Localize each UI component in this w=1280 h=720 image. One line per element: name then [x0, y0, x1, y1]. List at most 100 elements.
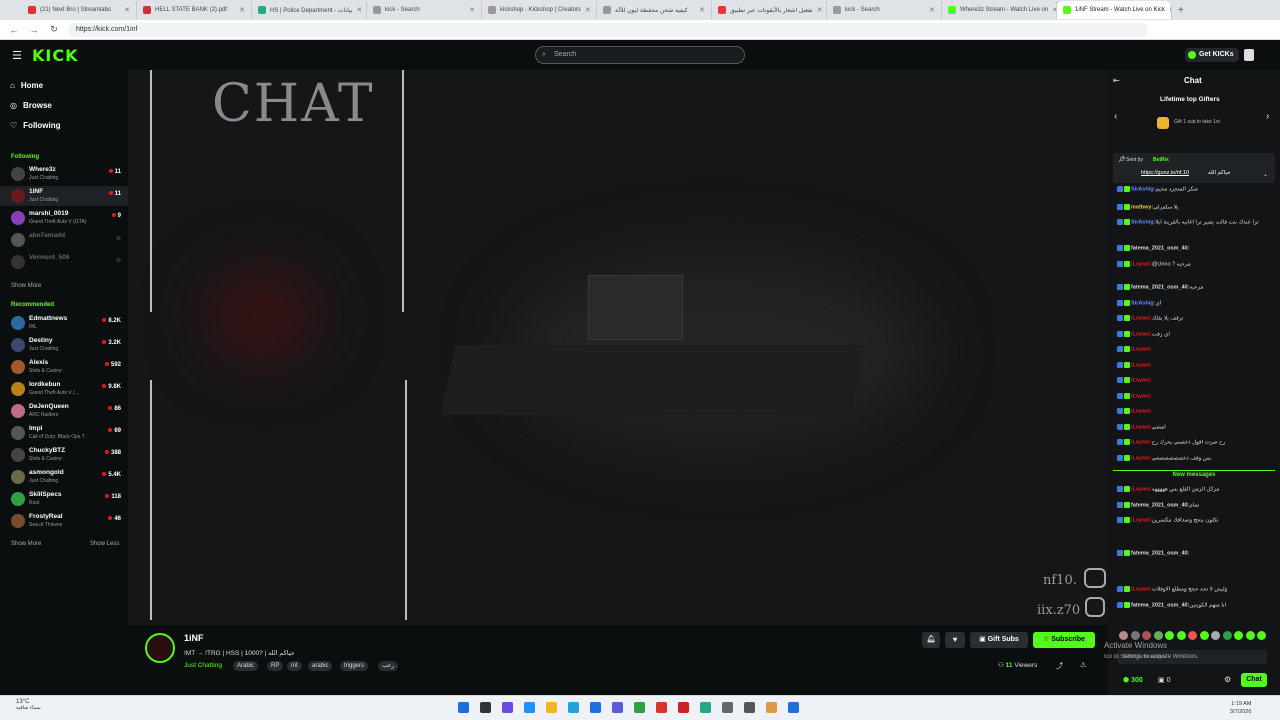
emote-icon[interactable]: [1176, 631, 1186, 640]
chat-username[interactable]: iLayani:: [1131, 315, 1152, 321]
back-icon[interactable]: ←: [8, 25, 20, 35]
video-player[interactable]: [128, 70, 1108, 625]
get-kicks-button[interactable]: Get KICKs: [1185, 48, 1239, 62]
browser-tab[interactable]: HS | Police Department - بيانات ✕: [252, 1, 367, 19]
close-tab-icon[interactable]: ✕: [239, 6, 245, 14]
taskbar-app-icon[interactable]: [722, 702, 733, 713]
browser-tab[interactable]: Where3z Stream - Watch Live on✕: [942, 1, 1057, 19]
taskbar-app-icon[interactable]: [744, 702, 755, 713]
chat-message[interactable]: SirAshig:اي: [1117, 300, 1267, 306]
sidebar-channel[interactable]: DeJenQueen ARC Raiders 86: [0, 401, 128, 421]
taskbar-app-icon[interactable]: [700, 702, 711, 713]
emote-icon[interactable]: [1119, 631, 1128, 640]
gift-subs-button[interactable]: ▣ Gift Subs: [970, 632, 1028, 648]
stream-tag[interactable]: mt: [287, 661, 302, 671]
follow-heart-button[interactable]: ♥: [945, 632, 965, 648]
chat-username[interactable]: fatema_2021_osm_40:: [1131, 245, 1189, 251]
streamer-name[interactable]: 1iNF: [184, 633, 204, 643]
chat-message[interactable]: iLayani:: [1117, 362, 1267, 368]
stream-tag[interactable]: رعب: [378, 661, 399, 671]
close-tab-icon[interactable]: ✕: [469, 6, 475, 14]
chat-username[interactable]: mathwy:: [1131, 204, 1153, 210]
chat-username[interactable]: fatema_2021_osm_40:: [1131, 502, 1189, 508]
sidebar-channel[interactable]: SkillSpecs Rust 118: [0, 489, 128, 509]
close-tab-icon[interactable]: ✕: [585, 6, 591, 14]
chat-message[interactable]: iLayani:: [1117, 346, 1267, 352]
browser-tab[interactable]: (21) Next Bro | Streamlabs ✕: [22, 1, 137, 19]
system-clock[interactable]: 1:19 AM 3/7/2026: [1230, 700, 1251, 716]
stream-tag[interactable]: arabic: [308, 661, 333, 671]
emote-icon[interactable]: [1130, 631, 1140, 640]
browser-tab[interactable]: kickshop - Kickshop | Creators ✕: [482, 1, 597, 19]
chat-username[interactable]: iLayani:: [1131, 586, 1152, 592]
forward-icon[interactable]: →: [28, 25, 40, 35]
sidebar-channel[interactable]: Vermont_506 ⊘: [0, 252, 128, 272]
new-tab-button[interactable]: +: [1178, 5, 1184, 16]
gifters-prev-icon[interactable]: ‹: [1114, 111, 1117, 122]
menu-icon[interactable]: ☰: [12, 49, 22, 62]
sidebar-channel[interactable]: Alexis Slots & Casino 592: [0, 357, 128, 377]
close-tab-icon[interactable]: ✕: [356, 6, 362, 14]
chat-message[interactable]: SirAshig:ترا عندك بنت قالت يصير ترا اغان…: [1117, 219, 1267, 225]
chat-username[interactable]: iLayani:: [1131, 362, 1152, 368]
taskbar-app-icon[interactable]: [458, 702, 469, 713]
weather-widget[interactable]: 13°C سماء صافية: [4, 699, 41, 711]
chat-message[interactable]: iLayani:: [1117, 408, 1267, 414]
taskbar-app-icon[interactable]: [524, 702, 535, 713]
pinned-user[interactable]: BetRix: [1153, 157, 1169, 163]
emote-icon[interactable]: [1257, 631, 1266, 640]
user-avatar[interactable]: [1244, 49, 1254, 61]
stream-tag[interactable]: Arabic: [233, 661, 259, 671]
chat-message[interactable]: fatema_2021_osm_40:انا متهم الكويتين: [1117, 602, 1267, 608]
kick-logo[interactable]: KICK: [32, 46, 79, 65]
taskbar-app-icon[interactable]: [502, 702, 513, 713]
send-chat-button[interactable]: Chat: [1241, 673, 1267, 687]
streamer-avatar[interactable]: [145, 633, 175, 663]
chat-username[interactable]: iLayani:: [1131, 455, 1152, 461]
chat-username[interactable]: iLayani:: [1131, 424, 1152, 430]
show-more-recommended[interactable]: Show More: [11, 541, 41, 547]
close-tab-icon[interactable]: ✕: [929, 6, 935, 14]
chat-message[interactable]: iLayani:وليش لا تحد حجج ومطلع الاوفلات: [1117, 586, 1267, 592]
browser-tab[interactable]: kick - Search ✕: [827, 1, 942, 19]
sidebar-channel[interactable]: asmongold Just Chatting 5.4K: [0, 467, 128, 487]
chat-username[interactable]: fatema_2021_osm_40:: [1131, 284, 1189, 290]
emote-icon[interactable]: [1142, 631, 1151, 640]
pinned-message[interactable]: 📌︎ Sent by BetRix https://gunz.io/nf.10 …: [1113, 153, 1275, 183]
close-tab-icon[interactable]: ✕: [1169, 6, 1171, 14]
stream-tag[interactable]: triggers: [340, 661, 369, 671]
chat-message[interactable]: iLayani:@Unno ? مرحبه: [1117, 261, 1267, 267]
collapse-chat-icon[interactable]: ⇤: [1113, 76, 1120, 85]
browser-tab[interactable]: HELL STATE BANK (2).pdf ✕: [137, 1, 252, 19]
chat-username[interactable]: fatema_2021_osm_40:: [1131, 602, 1189, 608]
chat-username[interactable]: iLayani:: [1131, 346, 1152, 352]
chat-message[interactable]: iLayani:بس وقف ذخصصصصصعي: [1117, 455, 1267, 461]
chat-message[interactable]: fatema_2021_osm_40:: [1117, 245, 1267, 251]
chat-username[interactable]: fatema_2021_osm_40:: [1131, 550, 1189, 556]
chat-username[interactable]: iLayani:: [1131, 517, 1152, 523]
chat-username[interactable]: iLayani:: [1131, 331, 1152, 337]
nav-browse[interactable]: ◎ Browse: [10, 101, 52, 110]
url-input[interactable]: https://kick.com/1inf: [68, 22, 1148, 37]
sidebar-channel[interactable]: marshi_0019 Grand Theft Auto V (GTA) 9: [0, 208, 128, 228]
taskbar-app-icon[interactable]: [480, 702, 491, 713]
search-input[interactable]: ⌕ Search: [535, 46, 745, 64]
reload-icon[interactable]: ↻: [48, 24, 60, 35]
chat-username[interactable]: iLayani:: [1131, 439, 1152, 445]
taskbar-app-icon[interactable]: [678, 702, 689, 713]
browser-tab[interactable]: kick - Search ✕: [367, 1, 482, 19]
chat-message[interactable]: iLayani:رح صرت اقول ذخصني يحرك رح: [1117, 439, 1267, 445]
show-more-following[interactable]: Show More: [11, 283, 41, 289]
chat-message[interactable]: fatema_2021_osm_40:تمام: [1117, 502, 1267, 508]
chat-message[interactable]: fatema_2021_osm_40:مرحبه: [1117, 284, 1267, 290]
taskbar-app-icon[interactable]: [612, 702, 623, 713]
chat-message[interactable]: iLayani:تكلون يتحج وصداقك مكسرين: [1117, 517, 1267, 523]
chat-username[interactable]: iLayani:: [1131, 393, 1152, 399]
taskbar-app-icon[interactable]: [590, 702, 601, 713]
chat-message[interactable]: mathwy:يلا سلمرلي: [1117, 204, 1267, 210]
close-tab-icon[interactable]: ✕: [699, 6, 705, 14]
nav-following[interactable]: ♡ Following: [10, 121, 61, 130]
chevron-down-icon[interactable]: ⌄: [1263, 171, 1268, 178]
chat-username[interactable]: iLayani:: [1131, 377, 1152, 383]
sidebar-channel[interactable]: lordkebun Grand Theft Auto V (... 9.8K: [0, 379, 128, 399]
